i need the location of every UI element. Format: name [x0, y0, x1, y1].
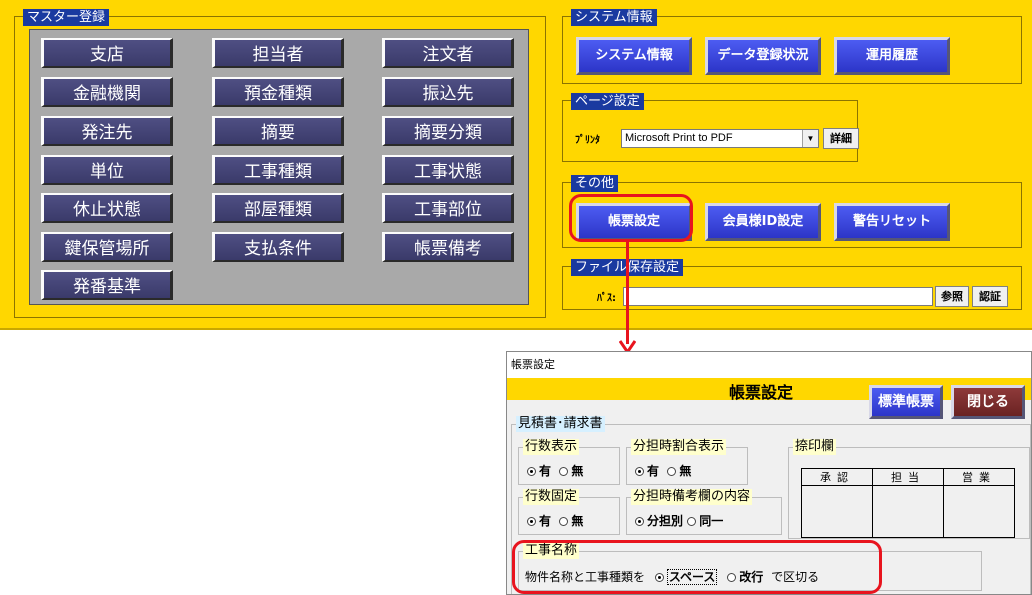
- close-button[interactable]: 閉じる: [951, 385, 1025, 419]
- split-ratio-radios: 有 無: [635, 462, 691, 479]
- master-button-work-part[interactable]: 工事部位: [382, 193, 514, 223]
- other-title: その他: [571, 175, 619, 192]
- master-button-branch[interactable]: 支店: [41, 38, 173, 68]
- rows-display-group: 行数表示 有 無: [518, 439, 620, 485]
- warning-reset-button[interactable]: 警告リセット: [834, 203, 950, 241]
- stamp-column-group: 捺印欄 承認 担当 営業: [788, 439, 1030, 539]
- system-info-title: システム情報: [571, 9, 657, 26]
- form-settings-window: 帳票設定 帳票設定 標準帳票 閉じる 見積書･請求書 行数表示 有 無 分担時割…: [506, 351, 1032, 595]
- stamp-cell: [943, 485, 1015, 538]
- standard-form-button[interactable]: 標準帳票: [869, 385, 943, 419]
- estimate-invoice-title: 見積書･請求書: [516, 416, 605, 432]
- master-button-work-status[interactable]: 工事状態: [382, 155, 514, 185]
- radio-rows-display-no[interactable]: 無: [559, 464, 583, 478]
- radio-rows-fixed-yes[interactable]: 有: [527, 514, 551, 528]
- window-title: 帳票設定: [507, 352, 1031, 378]
- stamp-header-sales: 営業: [943, 468, 1015, 486]
- system-info-button[interactable]: システム情報: [576, 37, 692, 75]
- path-input[interactable]: [623, 287, 933, 306]
- master-button-suspend-status[interactable]: 休止状態: [41, 193, 173, 223]
- stamp-table: 承認 担当 営業: [801, 468, 1015, 538]
- master-button-work-type[interactable]: 工事種類: [212, 155, 344, 185]
- chevron-down-icon[interactable]: ▼: [802, 130, 818, 147]
- browse-button[interactable]: 参照: [935, 286, 969, 307]
- radio-split-ratio-no[interactable]: 無: [667, 464, 691, 478]
- master-button-supplier[interactable]: 発注先: [41, 116, 173, 146]
- main-form: マスター登録 支店 担当者 注文者 金融機関 預金種類 振込先 発注先 摘要 摘…: [0, 0, 1032, 330]
- master-button-transfer-dest[interactable]: 振込先: [382, 77, 514, 107]
- split-note-group: 分担時備考欄の内容 分担別 同一: [626, 489, 782, 535]
- radio-split-note-same[interactable]: 同一: [687, 514, 723, 528]
- printer-label: ﾌﾟﾘﾝﾀ: [575, 135, 600, 146]
- split-note-title: 分担時備考欄の内容: [631, 489, 753, 505]
- stamp-header-charge: 担当: [872, 468, 944, 486]
- member-id-button[interactable]: 会員様ID設定: [705, 203, 821, 241]
- master-button-summary-class[interactable]: 摘要分類: [382, 116, 514, 146]
- master-registration-group: マスター登録 支店 担当者 注文者 金融機関 預金種類 振込先 発注先 摘要 摘…: [14, 9, 546, 318]
- printer-select[interactable]: Microsoft Print to PDF ▼: [621, 129, 819, 148]
- master-button-bank[interactable]: 金融機関: [41, 77, 173, 107]
- rows-display-title: 行数表示: [523, 439, 580, 455]
- split-note-radios: 分担別 同一: [635, 512, 723, 529]
- stamp-cell: [872, 485, 944, 538]
- split-ratio-group: 分担時割合表示 有 無: [626, 439, 748, 485]
- master-button-unit[interactable]: 単位: [41, 155, 173, 185]
- data-registration-button[interactable]: データ登録状況: [705, 37, 821, 75]
- rows-display-radios: 有 無: [527, 462, 583, 479]
- stamp-header-approve: 承認: [801, 468, 873, 486]
- printer-detail-button[interactable]: 詳細: [823, 128, 859, 149]
- auth-button[interactable]: 認証: [972, 286, 1008, 307]
- radio-rows-display-yes[interactable]: 有: [527, 464, 551, 478]
- operation-history-button[interactable]: 運用履歴: [834, 37, 950, 75]
- page-setup-title: ページ設定: [571, 93, 644, 110]
- annotation-arrow-line: [626, 241, 629, 344]
- form-settings-highlight: [569, 194, 693, 242]
- radio-rows-fixed-no[interactable]: 無: [559, 514, 583, 528]
- file-save-group: ファイル保存設定 ﾊﾟｽ: 参照 認証: [562, 259, 1022, 310]
- master-button-deposit-type[interactable]: 預金種類: [212, 77, 344, 107]
- stamp-column-title: 捺印欄: [793, 439, 837, 455]
- master-button-orderer[interactable]: 注文者: [382, 38, 514, 68]
- rows-fixed-title: 行数固定: [523, 489, 580, 505]
- rows-fixed-group: 行数固定 有 無: [518, 489, 620, 535]
- master-button-numbering[interactable]: 発番基準: [41, 270, 173, 300]
- radio-split-note-by-share[interactable]: 分担別: [635, 514, 683, 528]
- path-label: ﾊﾟｽ:: [597, 293, 616, 304]
- system-info-group: システム情報 システム情報 データ登録状況 運用履歴: [562, 9, 1022, 84]
- split-ratio-title: 分担時割合表示: [631, 439, 727, 455]
- master-button-payment-terms[interactable]: 支払条件: [212, 232, 344, 262]
- master-registration-title: マスター登録: [23, 9, 110, 26]
- printer-select-value: Microsoft Print to PDF: [625, 132, 733, 144]
- master-button-staff[interactable]: 担当者: [212, 38, 344, 68]
- stamp-cell: [801, 485, 873, 538]
- rows-fixed-radios: 有 無: [527, 512, 583, 529]
- work-name-highlight: [512, 540, 882, 594]
- master-button-room-type[interactable]: 部屋種類: [212, 193, 344, 223]
- radio-split-ratio-yes[interactable]: 有: [635, 464, 659, 478]
- master-button-key-storage[interactable]: 鍵保管場所: [41, 232, 173, 262]
- popup-heading: 帳票設定: [729, 383, 794, 402]
- master-button-panel: 支店 担当者 注文者 金融機関 預金種類 振込先 発注先 摘要 摘要分類 単位 …: [29, 29, 529, 305]
- master-button-summary[interactable]: 摘要: [212, 116, 344, 146]
- page-setup-group: ページ設定 ﾌﾟﾘﾝﾀ Microsoft Print to PDF ▼ 詳細: [562, 93, 859, 162]
- master-button-form-notes[interactable]: 帳票備考: [382, 232, 514, 262]
